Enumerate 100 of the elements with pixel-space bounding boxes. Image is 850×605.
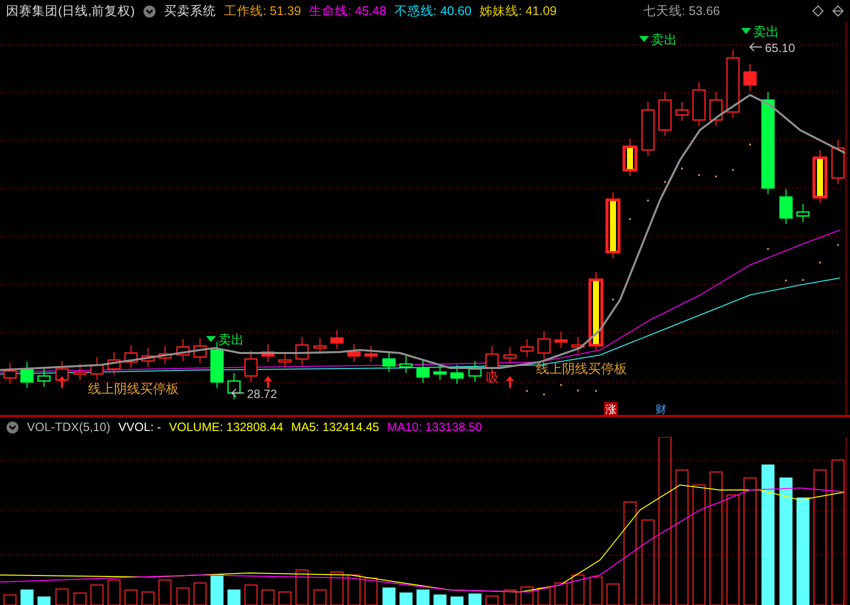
volume-bar: [176, 588, 190, 605]
dot-marker: [732, 169, 734, 171]
volume-bar: [330, 572, 344, 605]
up-down-icon[interactable]: [832, 5, 844, 17]
volume-bar: [538, 588, 550, 605]
down-triangle-icon: [206, 336, 216, 342]
volume-value: MA5: 132414.45: [291, 420, 380, 434]
volume-bar: [314, 590, 326, 605]
pattern-label: 线上阴线买停板: [88, 381, 179, 396]
dot-marker: [526, 390, 528, 392]
candlestick: [141, 348, 155, 368]
candlestick: [468, 360, 482, 382]
candlestick: [743, 64, 757, 92]
volume-bar: [228, 590, 240, 605]
candlestick: [503, 346, 517, 364]
volume-bar: [434, 594, 446, 605]
volume-bar: [554, 582, 568, 605]
volume-bar: [364, 578, 378, 605]
volume-bar: [382, 588, 396, 605]
candlestick: [278, 352, 292, 368]
volume-bar: [278, 592, 292, 605]
volume-bar: [606, 584, 620, 605]
diamond-icon[interactable]: [812, 5, 824, 17]
candlestick: [364, 346, 378, 362]
candlestick: [450, 364, 464, 384]
volume-bar: [296, 570, 308, 605]
candlestick: [295, 336, 309, 366]
candlestick: [622, 138, 638, 176]
candlestick: [193, 338, 207, 364]
candlestick: [709, 92, 723, 126]
up-arrow-icon: [506, 376, 514, 388]
dot-marker: [629, 218, 631, 220]
candlestick: [382, 350, 396, 372]
stock-title: 因赛集团(日线,前复权): [6, 2, 135, 20]
dot-marker: [543, 394, 545, 396]
dot-marker: [785, 280, 787, 282]
volume-bar: [20, 590, 34, 605]
up-arrow-icon: [264, 376, 272, 388]
candlestick: [433, 364, 447, 380]
up-arrow-icon: [58, 376, 66, 388]
volume-value: VOLUME: 132808.44: [169, 420, 284, 434]
dot-marker: [698, 174, 700, 176]
sell-signal: 卖出: [218, 332, 244, 347]
candlestick: [37, 368, 51, 388]
candlestick: [90, 356, 104, 380]
down-triangle-icon: [741, 28, 751, 34]
dot-marker: [612, 298, 614, 300]
dot-marker: [749, 144, 751, 146]
candlestick: [313, 338, 327, 354]
candlestick: [244, 350, 258, 382]
volume-bar: [450, 596, 464, 605]
volume-bar: [124, 590, 138, 605]
volume-bar: [416, 590, 430, 605]
volume-bar: [194, 582, 206, 605]
candlestick: [658, 92, 672, 136]
candlestick: [347, 344, 361, 362]
price-label: 65.10: [765, 41, 796, 55]
pattern-label: 线上阴线买停板: [536, 361, 627, 376]
candlestick: [606, 192, 620, 258]
candlestick: [107, 352, 121, 376]
candlestick: [416, 360, 430, 384]
dropdown-icon[interactable]: [6, 420, 19, 434]
candlestick: [20, 362, 34, 388]
candlestick: [812, 150, 828, 204]
volume-bar: [108, 580, 120, 605]
candlestick: [399, 356, 413, 374]
volume-bar: [520, 586, 534, 605]
candlestick: [537, 330, 551, 360]
volume-bar: [486, 596, 498, 605]
leader-arrow-icon: [231, 388, 244, 398]
sell-signal: 卖出: [753, 24, 779, 39]
price-label: 28.72: [247, 387, 278, 401]
candlestick: [158, 346, 172, 364]
candlestick: [692, 82, 706, 126]
sell-signal: 卖出: [651, 32, 677, 47]
dot-marker: [715, 176, 717, 178]
indicator-value: 不惑线: 40.60: [394, 2, 472, 20]
candlestick: [73, 364, 87, 380]
volume-value: MA10: 133138.50: [387, 420, 482, 434]
volume-bar: [158, 580, 172, 605]
volume-bar: [572, 574, 584, 605]
dropdown-icon[interactable]: [142, 4, 156, 18]
dot-marker: [595, 390, 597, 392]
indicator-value: 生命线: 45.48: [309, 2, 386, 20]
candlestick: [831, 140, 845, 184]
down-triangle-icon: [639, 36, 649, 42]
dot-marker: [837, 244, 839, 246]
candlestick: [571, 336, 585, 354]
indicator-value: 工作线: 51.39: [224, 2, 302, 20]
volume-bar: [38, 596, 50, 605]
badge: 涨: [604, 402, 618, 415]
candlestick: [796, 204, 810, 222]
leader-arrow-icon: [749, 42, 762, 52]
candlestick: [779, 188, 793, 224]
indicator-value: 姊妹线: 41.09: [480, 2, 557, 20]
dot-marker: [664, 181, 666, 183]
candlestick: [330, 330, 344, 350]
dot-marker: [802, 279, 804, 281]
volume-bar: [56, 588, 68, 605]
volume-bar: [142, 592, 154, 605]
